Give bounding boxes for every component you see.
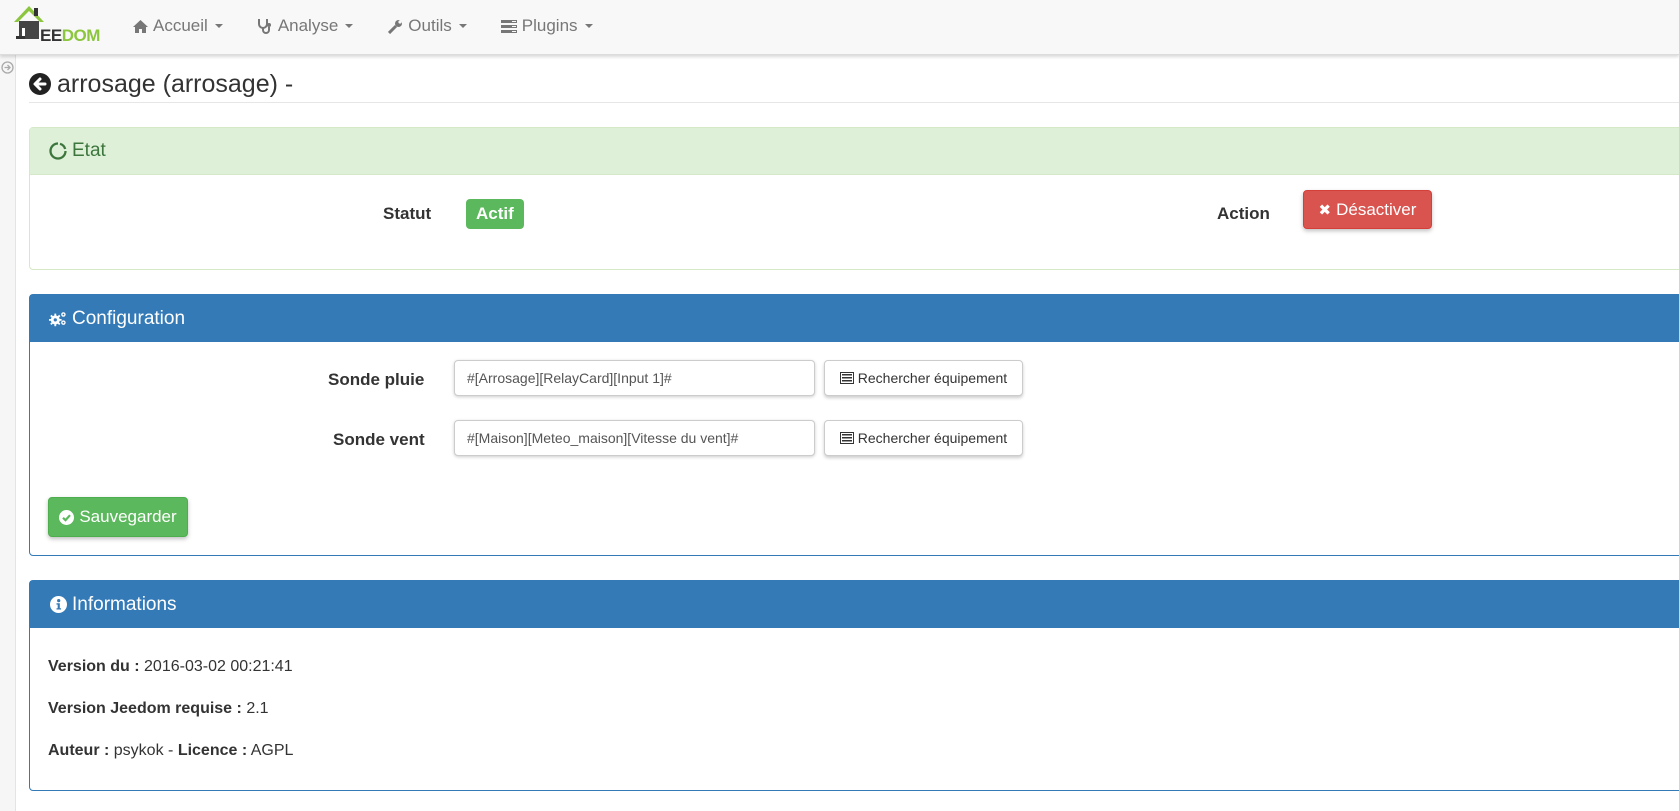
close-icon: ✖	[1318, 201, 1332, 219]
wrench-icon	[387, 18, 403, 34]
save-button[interactable]: Sauvegarder	[48, 497, 188, 537]
menu-accueil[interactable]: Accueil	[132, 16, 223, 36]
check-circle-icon	[59, 509, 75, 525]
sidebar-collapsed	[0, 55, 16, 811]
caret-down-icon	[458, 24, 467, 28]
version-line: Version du : 2016-03-02 00:21:41	[48, 658, 293, 675]
caret-down-icon	[584, 24, 593, 28]
deactivate-button[interactable]: ✖ Désactiver	[1303, 190, 1432, 229]
top-navbar: EEDOM Accueil Analyse Outils Plugins	[0, 0, 1679, 55]
menu-outils[interactable]: Outils	[387, 16, 467, 36]
action-label: Action	[1217, 204, 1270, 223]
search-equipment-button-pluie[interactable]: Rechercher équipement	[824, 360, 1023, 396]
brand-text: EEDOM	[40, 26, 100, 45]
home-icon	[132, 18, 148, 34]
sonde-vent-input[interactable]	[454, 420, 815, 456]
menu-analyse[interactable]: Analyse	[257, 16, 354, 36]
arrow-circle-left-icon[interactable]	[29, 73, 51, 95]
main-menu: Accueil Analyse Outils Plugins	[132, 0, 627, 52]
jeedom-logo[interactable]: EEDOM	[14, 6, 102, 46]
sonde-vent-label: Sonde vent	[333, 430, 425, 449]
cogs-icon	[49, 310, 67, 328]
informations-panel-heading: Informations	[30, 581, 1679, 628]
configuration-panel: Configuration Sonde pluie Rechercher équ…	[29, 294, 1679, 556]
required-version-line: Version Jeedom requise : 2.1	[48, 700, 269, 717]
sonde-pluie-input[interactable]	[454, 360, 815, 396]
search-equipment-button-vent[interactable]: Rechercher équipement	[824, 420, 1023, 456]
caret-down-icon	[345, 24, 354, 28]
etat-panel-heading: Etat	[30, 128, 1679, 175]
menu-plugins[interactable]: Plugins	[500, 16, 593, 36]
list-alt-icon	[839, 372, 854, 384]
sidebar-toggle-icon[interactable]	[1, 61, 14, 74]
sonde-pluie-label: Sonde pluie	[328, 370, 425, 389]
page-title: arrosage (arrosage) -	[29, 66, 1679, 103]
circle-notch-icon	[49, 142, 67, 160]
tasks-icon	[500, 18, 517, 34]
configuration-panel-heading: Configuration	[30, 295, 1679, 342]
etat-panel: Etat Statut Actif Action ✖ Désactiver	[29, 127, 1679, 270]
author-licence-line: Auteur : psykok - Licence : AGPL	[48, 742, 294, 759]
stethoscope-icon	[257, 18, 273, 34]
status-badge: Actif	[466, 199, 524, 229]
list-alt-icon	[839, 432, 854, 444]
info-circle-icon	[49, 596, 67, 614]
informations-panel: Informations Version du : 2016-03-02 00:…	[29, 580, 1679, 791]
caret-down-icon	[214, 24, 223, 28]
page-title-text: arrosage (arrosage) -	[57, 69, 294, 98]
statut-label: Statut	[383, 204, 432, 223]
